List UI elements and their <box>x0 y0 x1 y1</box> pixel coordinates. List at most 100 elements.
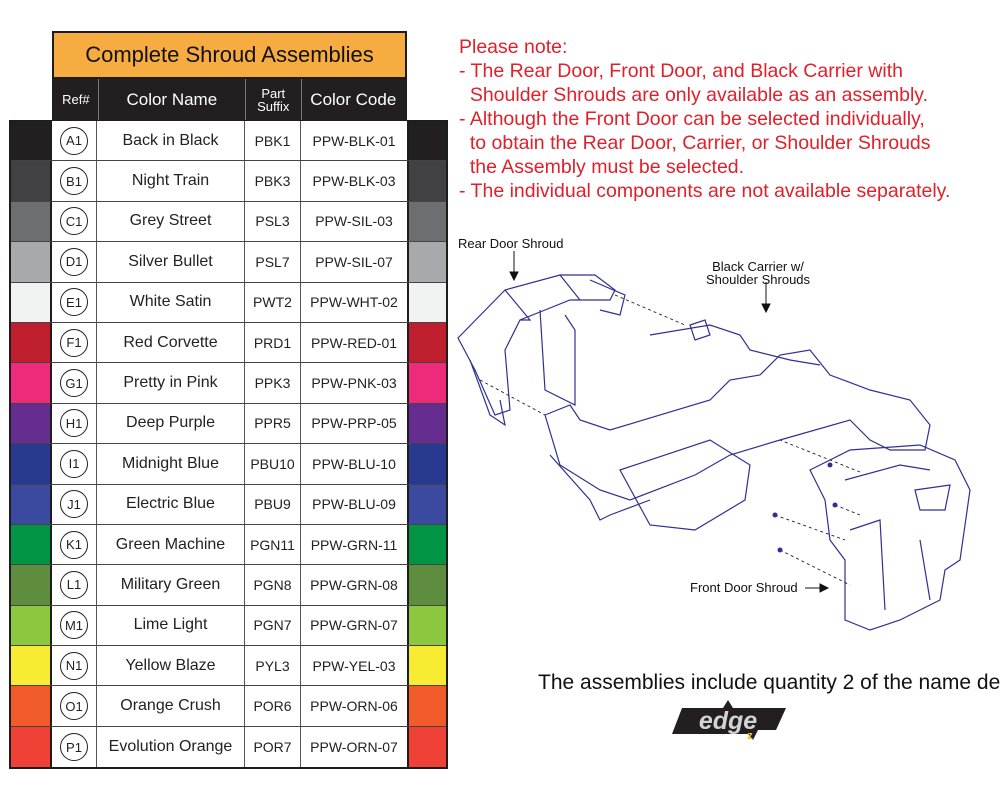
color-code-cell: PPW-YEL-03 <box>301 646 407 686</box>
note-line: Please note: <box>459 36 568 58</box>
rear-door-inner <box>539 309 576 406</box>
ref-cell: P1 <box>52 726 97 768</box>
ref-badge: P1 <box>60 733 88 762</box>
color-swatch-right <box>407 121 446 161</box>
edge-decal-logo: edge z <box>672 700 786 742</box>
color-swatch-left <box>11 524 52 565</box>
table-row: O1 Orange Crush POR6 PPW-ORN-06 <box>11 686 446 727</box>
front-door-shroud-part <box>809 444 971 631</box>
color-swatch-left <box>11 646 52 686</box>
part-suffix-cell: PBK1 <box>245 121 301 161</box>
header-color-code: Color Code <box>310 89 397 109</box>
color-swatch-right <box>407 565 446 605</box>
part-suffix-cell: PPK3 <box>245 363 301 403</box>
screw-icon <box>772 512 778 518</box>
color-swatch-left <box>11 121 52 161</box>
assembly-arrows <box>479 294 861 586</box>
color-swatch-right <box>407 282 446 322</box>
table-row: E1 White Satin PWT2 PPW-WHT-02 <box>11 282 446 323</box>
carrier-shoulder-left <box>649 324 821 366</box>
color-swatch-right <box>407 444 446 484</box>
note-line: the Assembly must be selected. <box>459 156 745 178</box>
color-name-cell: Military Green <box>97 565 245 605</box>
color-name-cell: Evolution Orange <box>97 726 245 768</box>
color-name-cell: Deep Purple <box>97 403 245 444</box>
color-code-cell: PPW-BLU-10 <box>301 444 407 484</box>
pointer-front-door-head <box>819 583 830 593</box>
color-swatch-left <box>11 565 52 605</box>
ref-badge: H1 <box>60 409 88 438</box>
ref-cell: J1 <box>52 484 97 524</box>
table-header-row: Ref# Color Name Part Suffix Color Code <box>52 79 407 120</box>
ref-cell: I1 <box>52 444 97 484</box>
color-swatch-left <box>11 363 52 403</box>
carrier-part <box>544 349 931 501</box>
arrow-rear-to-carrier-bottom <box>479 379 546 416</box>
rear-door-shroud-part <box>457 274 616 416</box>
color-swatch-left <box>11 605 52 646</box>
part-suffix-cell: PWT2 <box>245 282 301 322</box>
pointer-carrier-head <box>761 303 771 314</box>
screw-icon <box>777 547 783 553</box>
color-swatch-right <box>407 322 446 363</box>
ref-badge: D1 <box>60 247 88 276</box>
ref-cell: H1 <box>52 403 97 444</box>
color-name-cell: Electric Blue <box>97 484 245 524</box>
ref-badge: F1 <box>60 328 88 357</box>
color-code-cell: PPW-SIL-07 <box>301 242 407 282</box>
color-swatch-left <box>11 403 52 444</box>
table-row: B1 Night Train PBK3 PPW-BLK-03 <box>11 161 446 202</box>
table-row: N1 Yellow Blaze PYL3 PPW-YEL-03 <box>11 646 446 687</box>
pointer-rear-door-head <box>509 271 519 282</box>
color-name-cell: Grey Street <box>97 201 245 242</box>
color-swatch-right <box>407 201 446 242</box>
color-name-cell: Yellow Blaze <box>97 646 245 686</box>
color-swatch-right <box>407 524 446 565</box>
ref-cell: E1 <box>52 282 97 322</box>
color-swatch-right <box>407 686 446 726</box>
header-ref: Ref# <box>54 79 99 120</box>
ref-cell: B1 <box>52 161 97 201</box>
part-suffix-cell: PBU10 <box>245 444 301 484</box>
ref-cell: N1 <box>52 646 97 686</box>
color-swatch-right <box>407 242 446 282</box>
ref-badge: I1 <box>60 449 88 478</box>
diagram-parts <box>457 274 971 631</box>
table-row: M1 Lime Light PGN7 PPW-GRN-07 <box>11 605 446 647</box>
table-title: Complete Shroud Assemblies <box>52 31 407 79</box>
part-suffix-cell: PBU9 <box>245 484 301 524</box>
color-code-cell: PPW-BLU-09 <box>301 484 407 524</box>
color-code-cell: PPW-ORN-07 <box>301 726 407 768</box>
part-suffix-cell: PRD1 <box>245 322 301 363</box>
part-suffix-cell: PGN7 <box>245 605 301 646</box>
note-line: - The Rear Door, Front Door, and Black C… <box>459 60 903 82</box>
table-row: F1 Red Corvette PRD1 PPW-RED-01 <box>11 322 446 364</box>
color-swatch-right <box>407 363 446 403</box>
screw-icon <box>827 462 833 468</box>
color-code-cell: PPW-GRN-07 <box>301 605 407 646</box>
color-code-cell: PPW-BLK-03 <box>301 161 407 201</box>
color-swatch-left <box>11 726 52 768</box>
color-swatch-right <box>407 646 446 686</box>
header-part-suffix-line2: Suffix <box>257 98 290 114</box>
color-code-cell: PPW-GRN-11 <box>301 524 407 565</box>
table-row: A1 Back in Black PBK1 PPW-BLK-01 <box>11 121 446 162</box>
note-line: to obtain the Rear Door, Carrier, or Sho… <box>459 132 931 154</box>
color-code-cell: PPW-GRN-08 <box>301 565 407 605</box>
note-line: - The individual components are not avai… <box>459 180 951 202</box>
table-body: A1 Back in Black PBK1 PPW-BLK-01 B1 Night Tra… <box>9 120 448 770</box>
color-code-cell: PPW-BLK-01 <box>301 121 407 161</box>
screw-line-1 <box>774 514 846 541</box>
color-code-cell: PPW-ORN-06 <box>301 686 407 726</box>
header-part-suffix: Part Suffix <box>246 79 302 120</box>
ref-cell: D1 <box>52 242 97 282</box>
header-color-name: Color Name <box>99 79 246 120</box>
color-name-cell: Lime Light <box>97 605 245 646</box>
ref-cell: O1 <box>52 686 97 726</box>
table-row: D1 Silver Bullet PSL7 PPW-SIL-07 <box>11 242 446 283</box>
ref-badge: M1 <box>60 611 88 640</box>
part-suffix-cell: PGN8 <box>245 565 301 605</box>
ref-cell: G1 <box>52 363 97 403</box>
rear-door-detail <box>504 274 626 321</box>
color-swatch-left <box>11 161 52 201</box>
